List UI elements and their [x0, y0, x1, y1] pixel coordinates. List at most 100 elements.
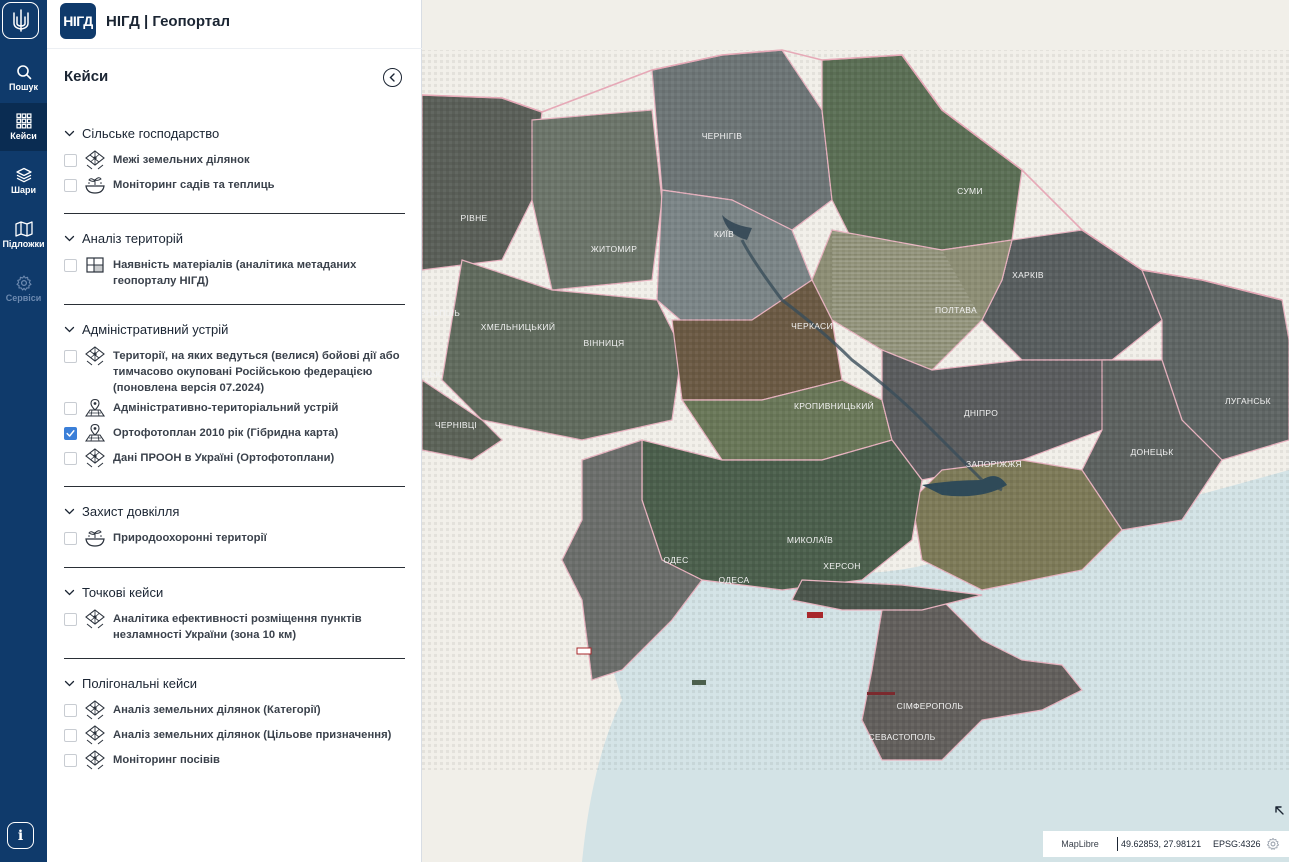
gear-icon: [15, 275, 32, 291]
case-item-label: Адміністративно-територіальний устрій: [113, 402, 339, 414]
info-icon[interactable]: i: [7, 822, 34, 849]
map-city-label: ОДЕС: [663, 555, 688, 565]
case-item[interactable]: Ортофотоплан 2010 рік (Гібридна карта): [64, 423, 405, 443]
map-city-label: ХМЕЛЬНИЦЬКИЙ: [481, 321, 555, 332]
case-item[interactable]: Моніторинг посівів: [64, 750, 405, 770]
section-header[interactable]: Захист довкілля: [64, 502, 405, 520]
rail-search-label: Пошук: [9, 82, 38, 92]
section-header[interactable]: Полігональні кейси: [64, 674, 405, 692]
section-title: Аналіз територій: [82, 230, 184, 246]
map-city-label: СЕВАСТОПОЛЬ: [868, 732, 935, 742]
chevron-down-icon: [64, 680, 75, 686]
case-checkbox[interactable]: [64, 754, 77, 767]
section-title: Точкові кейси: [82, 584, 164, 600]
case-item-label: Аналітика ефективності розміщення пункті…: [113, 613, 362, 641]
rail-cases[interactable]: Кейси: [0, 103, 47, 151]
section-5: Полігональні кейси Аналіз земельних ділян…: [64, 674, 405, 770]
maplibre-link[interactable]: MapLibre: [1043, 839, 1117, 849]
section-title: Сільське господарство: [82, 125, 220, 141]
case-checkbox[interactable]: [64, 452, 77, 465]
map-city-label: ЧЕРНІГІВ: [702, 131, 743, 141]
grid-icon: [15, 113, 31, 129]
map-city-label: РІВНЕ: [460, 213, 487, 223]
case-checkbox[interactable]: [64, 154, 77, 167]
panel-title: Кейси: [64, 68, 109, 85]
land-plot-icon: [84, 346, 106, 366]
case-item[interactable]: Дані ПРООН в Україні (Ортофотоплани): [64, 448, 405, 468]
map-city-label: ПОЛТАВА: [935, 305, 977, 315]
brand[interactable]: НІГД НІГД | Геопортал: [60, 3, 230, 39]
left-rail: Пошук Кейси Шари Підложки Сервіси i: [0, 0, 47, 862]
section-1: Аналіз територій Наявність матеріалів (ан…: [64, 229, 405, 305]
case-checkbox[interactable]: [64, 402, 77, 415]
map-city-label: ЦЬК: [423, 369, 441, 379]
case-item[interactable]: Аналіз земельних ділянок (Цільове призна…: [64, 725, 405, 745]
rail-services[interactable]: Сервіси: [0, 265, 47, 313]
case-item[interactable]: Природоохоронні території: [64, 530, 405, 548]
brand-title: НІГД | Геопортал: [106, 12, 230, 30]
case-item[interactable]: Межі земельних ділянок: [64, 150, 405, 170]
rail-layers[interactable]: Шари: [0, 157, 47, 205]
map-city-label: ХЕРСОН: [823, 561, 860, 571]
chevron-down-icon: [64, 326, 75, 332]
map-attribution-bar: MapLibre 49.62853, 27.98121 EPSG:4326: [1043, 831, 1289, 857]
map-city-label: КИЇВ: [714, 229, 734, 239]
collapse-panel-button[interactable]: [383, 68, 402, 87]
map-city-label: РНОПІЛЬ: [422, 308, 460, 318]
section-divider: [64, 658, 405, 659]
map-city-label: ЗАПОРІЖЖЯ: [966, 459, 1022, 469]
fullscreen-icon[interactable]: [1273, 804, 1287, 818]
case-checkbox[interactable]: [64, 704, 77, 717]
section-header[interactable]: Аналіз територій: [64, 229, 405, 247]
case-item[interactable]: Адміністративно-територіальний устрій: [64, 398, 405, 418]
map-city-label: СІМФЕРОПОЛЬ: [897, 701, 964, 711]
map-canvas[interactable]: ЧЕРНІГІВ СУМИ РІВНЕ ЖИТОМИР КИЇВ ХАРКІВ ПОЛТАВ…: [422, 0, 1289, 862]
cases-panel: НІГД НІГД | Геопортал Кейси Сільське гос…: [47, 0, 422, 862]
section-2: Адміністративний устрій Території, на яки…: [64, 320, 405, 487]
case-item[interactable]: Наявність матеріалів (аналітика метадани…: [64, 257, 405, 289]
section-divider: [64, 213, 405, 214]
case-checkbox[interactable]: [64, 350, 77, 363]
rail-layers-label: Шари: [10, 185, 37, 195]
case-item-label: Аналіз земельних ділянок (Цільове призна…: [113, 729, 392, 741]
map-settings-gear-icon[interactable]: [1266, 837, 1280, 851]
case-checkbox[interactable]: [64, 427, 77, 440]
land-plot-icon: [84, 150, 106, 170]
case-checkbox[interactable]: [64, 179, 77, 192]
cursor-coordinates: 49.62853, 27.98121: [1121, 839, 1202, 849]
map-city-label: КРОПИВНИЦЬКИЙ: [794, 400, 874, 411]
map-icon: [14, 221, 33, 237]
land-plot-icon: [84, 750, 106, 770]
map-view[interactable]: ЧЕРНІГІВ СУМИ РІВНЕ ЖИТОМИР КИЇВ ХАРКІВ ПОЛТАВ…: [422, 0, 1289, 862]
section-0: Сільське господарство Межі земельних діля…: [64, 124, 405, 214]
chevron-left-icon: [389, 73, 395, 82]
case-checkbox[interactable]: [64, 729, 77, 742]
map-pin-icon: [84, 423, 106, 443]
chevron-down-icon: [64, 130, 75, 136]
case-item-label: Аналіз земельних ділянок (Категорії): [113, 704, 321, 716]
land-plot-icon: [84, 725, 106, 745]
section-header[interactable]: Точкові кейси: [64, 583, 405, 601]
header-divider: [47, 48, 422, 49]
case-checkbox[interactable]: [64, 259, 77, 272]
map-city-label: ВІННИЦЯ: [584, 338, 625, 348]
map-city-label: МИКОЛАЇВ: [787, 535, 833, 545]
case-item[interactable]: Моніторинг садів та теплиць: [64, 177, 405, 195]
case-item[interactable]: Території, на яких ведуться (велися) бой…: [64, 346, 405, 396]
rail-search[interactable]: Пошук: [0, 54, 47, 102]
trident-logo-icon[interactable]: [2, 2, 39, 39]
rail-services-label: Сервіси: [5, 293, 42, 303]
case-checkbox[interactable]: [64, 613, 77, 626]
case-item[interactable]: Аналітика ефективності розміщення пункті…: [64, 609, 405, 643]
section-header[interactable]: Сільське господарство: [64, 124, 405, 142]
map-city-label: ХАРКІВ: [1012, 270, 1044, 280]
layers-icon: [15, 167, 32, 183]
map-pin-icon: [84, 398, 106, 418]
section-header[interactable]: Адміністративний устрій: [64, 320, 405, 338]
case-item-label: Моніторинг посівів: [113, 754, 220, 766]
rail-basemaps[interactable]: Підложки: [0, 211, 47, 259]
case-checkbox[interactable]: [64, 532, 77, 545]
map-city-label: ЖИТОМИР: [591, 244, 637, 254]
case-item[interactable]: Аналіз земельних ділянок (Категорії): [64, 700, 405, 720]
map-city-label: СУМИ: [957, 186, 983, 196]
